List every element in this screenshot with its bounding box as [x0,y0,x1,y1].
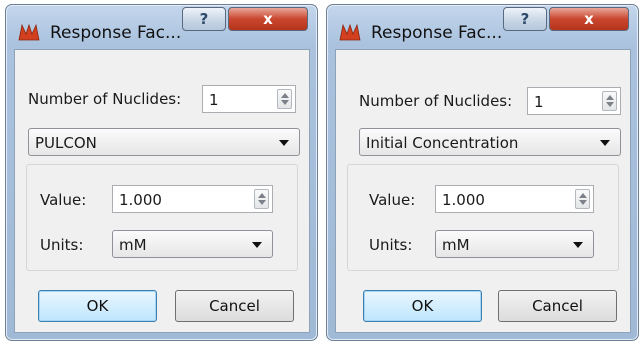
spin-arrows-icon[interactable] [575,189,590,209]
value-value: 1.000 [442,191,485,209]
units-label: Units: [369,236,413,254]
dialog-body: Number of Nuclides: 1 PULCON Value: 1.00… [14,49,310,333]
ok-button[interactable]: OK [363,290,482,322]
units-dropdown[interactable]: mM [112,230,273,258]
number-of-nuclides-value: 1 [209,91,219,109]
cancel-button[interactable]: Cancel [175,290,294,322]
units-selected: mM [119,236,147,254]
value-label: Value: [369,191,416,209]
response-factor-dialog-left: Response Fac... ? x Number of Nuclides: … [5,4,318,341]
value-value: 1.000 [119,191,162,209]
value-spinbox[interactable]: 1.000 [112,185,273,213]
number-of-nuclides-spinbox[interactable]: 1 [527,87,621,115]
factor-type-dropdown[interactable]: Initial Concentration [359,128,621,156]
units-label: Units: [40,236,84,254]
factor-type-selected: PULCON [35,134,97,152]
close-button[interactable]: x [549,7,629,31]
close-button[interactable]: x [228,7,308,31]
help-button[interactable]: ? [182,7,226,31]
close-icon: x [584,10,594,28]
help-button[interactable]: ? [503,7,547,31]
dialog-body: Number of Nuclides: 1 Initial Concentrat… [335,49,631,333]
window-title: Response Fac... [371,23,503,43]
close-icon: x [263,10,273,28]
number-of-nuclides-label: Number of Nuclides: [28,90,182,108]
app-logo-icon [18,23,40,41]
factor-type-selected: Initial Concentration [366,134,519,152]
help-icon: ? [520,10,530,28]
spin-arrows-icon[interactable] [254,189,269,209]
app-logo-icon [339,23,361,41]
title-bar[interactable]: Response Fac... ? x [6,5,317,49]
number-of-nuclides-value: 1 [534,93,544,111]
spin-arrows-icon[interactable] [277,89,292,109]
value-spinbox[interactable]: 1.000 [435,185,594,213]
help-icon: ? [199,10,209,28]
title-bar[interactable]: Response Fac... ? x [327,5,638,49]
cancel-button[interactable]: Cancel [498,290,617,322]
factor-type-dropdown[interactable]: PULCON [28,128,300,156]
value-label: Value: [40,191,87,209]
chevron-down-icon [573,242,583,248]
spin-arrows-icon[interactable] [602,91,617,111]
response-factor-dialog-right: Response Fac... ? x Number of Nuclides: … [326,4,639,341]
units-selected: mM [442,236,470,254]
units-dropdown[interactable]: mM [435,230,594,258]
chevron-down-icon [252,242,262,248]
number-of-nuclides-label: Number of Nuclides: [359,92,513,110]
chevron-down-icon [279,140,289,146]
ok-button[interactable]: OK [38,290,157,322]
window-title: Response Fac... [50,23,182,43]
number-of-nuclides-spinbox[interactable]: 1 [202,85,296,113]
chevron-down-icon [600,140,610,146]
